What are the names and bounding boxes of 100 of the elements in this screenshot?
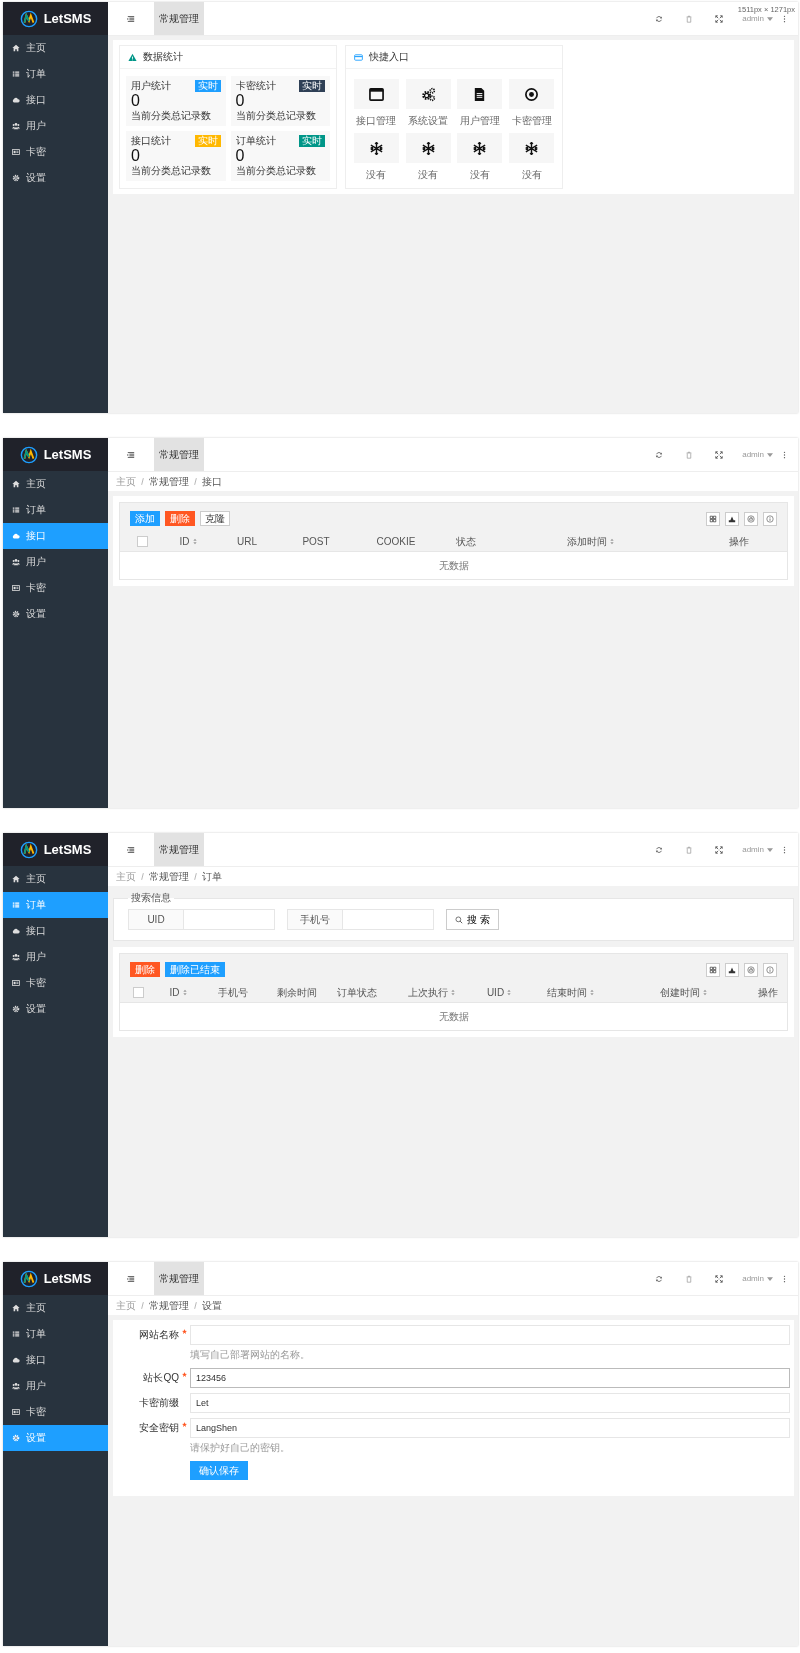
input-field[interactable]: Let [190,1393,790,1413]
nav-item[interactable]: 设置 [3,996,108,1022]
columns-button[interactable] [706,511,720,526]
target-icon [524,86,540,102]
expand-icon[interactable] [715,845,724,854]
column-header[interactable]: 操作 [757,985,778,1000]
nav-item[interactable]: 主页 [3,471,108,497]
id-card-icon [12,1408,20,1416]
separator-icon [140,1301,145,1310]
logo-icon [19,1269,38,1288]
separator-icon [193,477,198,486]
more-icon[interactable] [783,1274,786,1283]
id-card-icon [12,584,20,592]
column-header[interactable]: COOKIE [376,536,416,547]
nav-item[interactable]: 用户 [3,944,108,970]
more-icon[interactable] [783,450,786,459]
app-name: LetSMS [43,447,92,462]
column-header[interactable]: 创建时间 [659,985,707,1000]
nav-item[interactable]: 卡密 [3,575,108,601]
snowflake-icon [524,140,540,156]
search-legend: 搜索信息 [128,891,174,905]
breadcrumb-link[interactable]: 常规管理 [149,869,189,884]
nav-item[interactable]: 接口 [3,918,108,944]
header-tab[interactable]: 常规管理 [154,1262,204,1295]
more-icon[interactable] [783,14,786,23]
info-icon [766,514,774,523]
header-tab[interactable]: 常规管理 [154,2,204,35]
menu-icon [127,450,135,459]
nav-item[interactable]: 卡密 [3,1399,108,1425]
nav-item[interactable]: 卡密 [3,139,108,165]
more-icon[interactable] [783,845,786,854]
gear-icon [12,174,20,182]
export-button[interactable] [725,962,739,977]
column-header[interactable]: 结束时间 [546,985,594,1000]
search-button[interactable]: 搜 索 [446,909,499,930]
menu-icon [127,845,135,854]
field-label: 安全密钥 [113,1421,189,1435]
column-header[interactable]: ID [179,536,197,547]
home-icon [12,480,20,488]
stat-label: 用户统计 [131,79,171,93]
logo-icon [19,445,38,464]
stat-note: 当前分类总记录数 [131,109,212,123]
export-button[interactable] [725,511,739,526]
nav-item[interactable]: 主页 [3,1295,108,1321]
breadcrumb-link[interactable]: 订单 [202,869,222,884]
refresh-icon[interactable] [655,1274,664,1283]
nav-item[interactable]: 用户 [3,113,108,139]
header-tab[interactable]: 常规管理 [154,833,204,866]
nav-item[interactable]: 主页 [3,866,108,892]
grid-icon [709,965,717,974]
breadcrumb-link[interactable]: 常规管理 [149,474,189,489]
breadcrumb-link[interactable]: 设置 [202,1298,222,1313]
input-field[interactable] [190,1325,790,1345]
input-field[interactable]: 123456 [190,1368,790,1388]
info-button[interactable] [763,962,777,977]
column-header[interactable]: UID [486,987,512,998]
expand-icon[interactable] [715,450,724,459]
nav-item[interactable]: 用户 [3,549,108,575]
grid-icon [709,514,717,523]
nav-item[interactable]: 卡密 [3,970,108,996]
header-tab[interactable]: 常规管理 [154,438,204,471]
column-header[interactable]: 操作 [728,534,749,549]
column-header[interactable]: 订单状态 [337,985,377,1000]
select-all-checkbox[interactable] [132,987,144,998]
breadcrumb-link[interactable]: 常规管理 [149,1298,189,1313]
info-button[interactable] [763,511,777,526]
column-header[interactable]: ID [169,987,187,998]
nav-item[interactable]: 设置 [3,601,108,627]
window-icon [368,86,384,102]
nav-item[interactable]: 设置 [3,165,108,191]
nav-item[interactable]: 订单 [3,497,108,523]
column-header[interactable]: 手机号 [218,985,248,1000]
refresh-icon[interactable] [655,450,664,459]
column-header[interactable]: 添加时间 [566,534,614,549]
column-header[interactable]: POST [302,536,330,547]
nav-item[interactable]: 主页 [3,35,108,61]
card-icon [354,52,363,62]
refresh-icon[interactable] [655,14,664,23]
caret-icon [767,847,773,852]
id-card-icon [12,979,20,987]
column-header[interactable]: 状态 [456,534,476,549]
search-icon [455,915,463,924]
nav-item[interactable]: 接口 [3,1347,108,1373]
breadcrumb-link[interactable]: 接口 [202,474,222,489]
refresh-icon[interactable] [655,845,664,854]
column-header[interactable]: URL [237,536,257,547]
column-header[interactable]: 上次执行 [407,985,455,1000]
select-all-checkbox[interactable] [136,536,148,547]
nav-item[interactable]: 接口 [3,87,108,113]
input-field[interactable]: LangShen [190,1418,790,1438]
expand-icon[interactable] [715,1274,724,1283]
expand-icon[interactable] [715,14,724,23]
nav-item[interactable]: 用户 [3,1373,108,1399]
toolbar-button[interactable]: 克隆 [200,511,230,526]
nav-item[interactable]: 订单 [3,1321,108,1347]
app-name: LetSMS [43,842,92,857]
columns-button[interactable] [706,962,720,977]
field-label: 卡密前缀 [138,1396,180,1410]
column-header[interactable]: 剩余时间 [277,985,317,1000]
nav-item[interactable]: 订单 [3,61,108,87]
